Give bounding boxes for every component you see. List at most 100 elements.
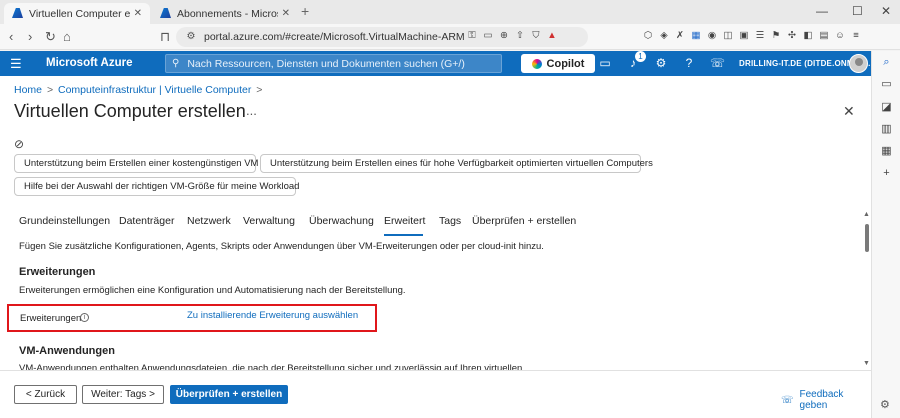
sidebar-settings-icon[interactable]: ⚙ <box>880 398 890 411</box>
header-icons: ▭ ♪ 1 ⚙ ? ☏ <box>598 51 725 71</box>
active-tab-indicator <box>384 234 423 236</box>
breadcrumb: Home > Computeinfrastruktur | Virtuelle … <box>14 84 264 96</box>
browser-tab[interactable]: Abonnements - Microsoft Azure ✕ <box>152 3 298 24</box>
extension-icon[interactable]: ⬡ <box>642 30 654 42</box>
back-icon[interactable]: ‹ <box>9 29 13 44</box>
url-text: portal.azure.com/#create/Microsoft.Virtu… <box>204 31 465 43</box>
settings-gear-icon[interactable]: ⚙ <box>654 55 668 71</box>
wizard-footer: < Zurück Weiter: Tags > Überprüfen + ers… <box>0 370 871 418</box>
assist-cost-effective-button[interactable]: Unterstützung beim Erstellen einer koste… <box>14 154 258 173</box>
extensions-heading: Erweiterungen <box>19 266 96 278</box>
scroll-down-icon[interactable]: ▼ <box>863 360 870 367</box>
browser-sidebar: ⌕ ▭ ◪ ▥ ▦ + <box>871 51 900 418</box>
back-button[interactable]: < Zurück <box>14 385 77 404</box>
tab-monitoring[interactable]: Überwachung <box>309 215 374 227</box>
close-blade-icon[interactable]: ✕ <box>843 103 855 120</box>
search-icon: ⚲ <box>172 58 180 69</box>
puzzle-icon[interactable]: ✣ <box>786 30 798 42</box>
forward-icon[interactable]: › <box>28 29 32 44</box>
breadcrumb-compute[interactable]: Computeinfrastruktur | Virtuelle Compute… <box>58 84 251 96</box>
extension-icon[interactable]: ▦ <box>690 30 702 42</box>
close-window-button[interactable]: ✕ <box>881 4 891 18</box>
extension-icon[interactable]: ✗ <box>674 30 686 42</box>
tab-networking[interactable]: Netzwerk <box>187 215 231 227</box>
bookmarks-icon[interactable]: ▥ <box>880 123 893 136</box>
tab-title: Abonnements - Microsoft Azure <box>177 7 278 20</box>
main-content: Home > Computeinfrastruktur | Virtuelle … <box>0 76 871 418</box>
copilot-sparkle-icon: ⊘ <box>14 137 25 151</box>
copilot-icon <box>531 58 542 69</box>
notifications-icon[interactable]: ♪ 1 <box>626 51 646 71</box>
azure-logo-icon <box>12 8 23 19</box>
maximize-button[interactable]: ☐ <box>852 4 863 18</box>
minimize-button[interactable]: — <box>816 4 828 18</box>
add-icon[interactable]: + <box>880 167 893 180</box>
cast-icon[interactable]: ▭ <box>482 30 494 42</box>
feedback-icon[interactable]: ☏ <box>710 55 725 71</box>
extension-icon[interactable]: ◈ <box>658 30 670 42</box>
close-icon[interactable]: ✕ <box>282 8 290 19</box>
breadcrumb-home[interactable]: Home <box>14 84 42 96</box>
brave-shield-icon[interactable]: ⛉ <box>530 30 542 42</box>
extension-icon[interactable]: ◉ <box>706 30 718 42</box>
site-settings-icon[interactable]: ⚙ <box>184 30 198 44</box>
menu-icon[interactable]: ≡ <box>850 30 862 42</box>
bookmark-icon[interactable]: ⊓ <box>160 29 170 45</box>
extension-icon[interactable]: ☰ <box>754 30 766 42</box>
assist-vm-size-button[interactable]: Hilfe bei der Auswahl der richtigen VM-G… <box>14 177 299 196</box>
new-tab-button[interactable]: + <box>301 3 309 19</box>
extension-icon[interactable]: ▣ <box>738 30 750 42</box>
home-icon[interactable]: ⌂ <box>63 29 71 44</box>
search-placeholder: Nach Ressourcen, Diensten und Dokumenten… <box>187 57 465 70</box>
feedback-label: Feedback geben <box>799 389 844 411</box>
copilot-button[interactable]: Copilot <box>521 54 595 73</box>
rewards-icon[interactable]: ▲ <box>546 30 558 42</box>
tab-disks[interactable]: Datenträger <box>119 215 174 227</box>
tab-management[interactable]: Verwaltung <box>243 215 295 227</box>
next-tags-button[interactable]: Weiter: Tags > <box>82 385 164 404</box>
feedback-link[interactable]: ☏ Feedback geben <box>781 389 871 411</box>
scroll-up-icon[interactable]: ▲ <box>863 211 870 218</box>
copilot-label: Copilot <box>546 57 585 70</box>
feedback-icon: ☏ <box>781 394 794 406</box>
tab-advanced[interactable]: Erweitert <box>384 215 425 227</box>
assist-high-availability-button[interactable]: Unterstützung beim Erstellen eines für h… <box>260 154 653 173</box>
scrollbar[interactable]: ▲ ▼ <box>862 211 871 369</box>
extension-icon[interactable]: ◫ <box>722 30 734 42</box>
close-icon[interactable]: ✕ <box>134 8 142 19</box>
notification-badge: 1 <box>635 51 646 62</box>
select-extension-link[interactable]: Zu installierende Erweiterung auswählen <box>187 310 358 321</box>
translate-icon[interactable]: ⌕ <box>880 56 893 69</box>
tab-review-create[interactable]: Überprüfen + erstellen <box>472 215 576 227</box>
vm-applications-heading: VM-Anwendungen <box>19 345 115 357</box>
chat-icon[interactable]: ◪ <box>880 101 893 114</box>
avatar[interactable] <box>849 54 868 73</box>
help-icon[interactable]: ? <box>682 55 696 71</box>
breadcrumb-separator: > <box>256 84 263 96</box>
browser-tab-strip: Virtuellen Computer erstellen ✕ Abonneme… <box>0 0 900 24</box>
extension-toolbar: ⬡ ◈ ✗ ▦ ◉ ◫ ▣ ☰ ⚑ ✣ ◧ ▤ ☺ ≡ <box>642 30 862 42</box>
reload-icon[interactable]: ↻ <box>45 29 56 45</box>
wallet-icon[interactable]: ▭ <box>880 78 893 91</box>
azure-brand[interactable]: Microsoft Azure <box>46 57 132 69</box>
browser-tab-active[interactable]: Virtuellen Computer erstellen ✕ <box>4 3 150 24</box>
cloud-shell-icon[interactable]: ▭ <box>598 55 612 71</box>
info-icon[interactable]: i <box>80 313 89 322</box>
profile-icon[interactable]: ☺ <box>834 30 846 42</box>
sidebar-icon[interactable]: ◧ <box>802 30 814 42</box>
key-icon[interactable]: ⚿ <box>466 30 478 42</box>
zoom-icon[interactable]: ⊕ <box>498 30 510 42</box>
extensions-description: Erweiterungen ermöglichen eine Konfigura… <box>19 285 406 296</box>
tab-tags[interactable]: Tags <box>439 215 461 227</box>
scrollbar-thumb[interactable] <box>865 224 869 252</box>
tab-basics[interactable]: Grundeinstellungen <box>19 215 110 227</box>
azure-logo-icon <box>160 8 171 19</box>
extension-icon[interactable]: ⚑ <box>770 30 782 42</box>
wallet-icon[interactable]: ▤ <box>818 30 830 42</box>
reading-list-icon[interactable]: ▦ <box>880 145 893 158</box>
review-create-button[interactable]: Überprüfen + erstellen <box>170 385 288 404</box>
hamburger-menu-icon[interactable]: ☰ <box>10 56 22 72</box>
more-options-icon[interactable]: ... <box>246 103 257 118</box>
share-icon[interactable]: ⇧ <box>514 30 526 42</box>
global-search-input[interactable]: ⚲ Nach Ressourcen, Diensten und Dokument… <box>165 54 502 73</box>
